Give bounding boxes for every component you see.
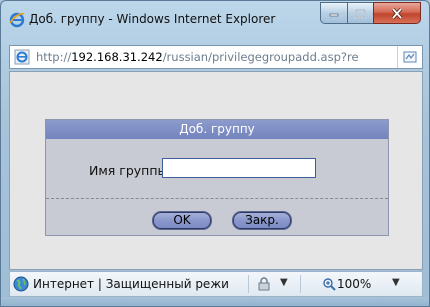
ie-logo-icon [9,12,25,28]
maximize-icon [355,8,366,18]
chevron-down-icon[interactable]: ▼ [280,277,288,288]
window-title: Доб. группу - Windows Internet Explorer [29,12,276,26]
browser-window: Доб. группу - Windows Internet Explorer [0,0,430,307]
ok-button-label: OK [173,213,191,227]
status-separator [300,275,301,293]
title-bar: Доб. группу - Windows Internet Explorer [1,1,429,43]
ie-page-icon [14,49,30,65]
protected-mode-icon[interactable] [257,277,271,291]
window-bottom-edge [1,297,429,306]
dialog-header: Доб. группу [46,120,388,139]
url-prefix: http:// [36,50,72,64]
url-host: 192.168.31.242 [71,50,163,64]
dashed-divider [46,198,388,199]
close-icon [391,7,403,19]
ok-button[interactable]: OK [152,211,212,230]
group-name-input[interactable] [162,158,316,178]
compatibility-view-button[interactable] [397,46,422,68]
security-zone-text[interactable]: Интернет | Защищенный режи [33,277,241,291]
close-button[interactable]: Закр. [232,211,292,230]
url-path: /russian/privilegegroupadd.asp?re [162,50,359,64]
minimize-button[interactable] [320,2,347,24]
status-bar: Интернет | Защищенный режи ▼ 100% ▼ [9,271,423,297]
group-name-label: Имя группы: [89,163,172,178]
status-separator [248,275,249,293]
window-controls [320,2,421,24]
close-button-label: Закр. [245,213,279,227]
page-top-strip [10,72,422,94]
globe-icon [13,276,29,292]
address-bar[interactable]: http://192.168.31.242/russian/privilegeg… [9,45,423,69]
zoom-level[interactable]: 100% [337,277,371,291]
close-window-button[interactable] [373,2,421,24]
page-content: Доб. группу Имя группы: OK Закр. [9,71,423,270]
compatibility-view-icon [403,51,417,63]
minimize-icon [329,13,339,17]
url-text[interactable]: http://192.168.31.242/russian/privilegeg… [36,50,392,64]
add-group-dialog: Доб. группу Имя группы: OK Закр. [45,119,389,236]
zoom-icon[interactable] [322,277,336,291]
chevron-down-icon[interactable]: ▼ [392,277,400,288]
maximize-button[interactable] [347,2,373,24]
